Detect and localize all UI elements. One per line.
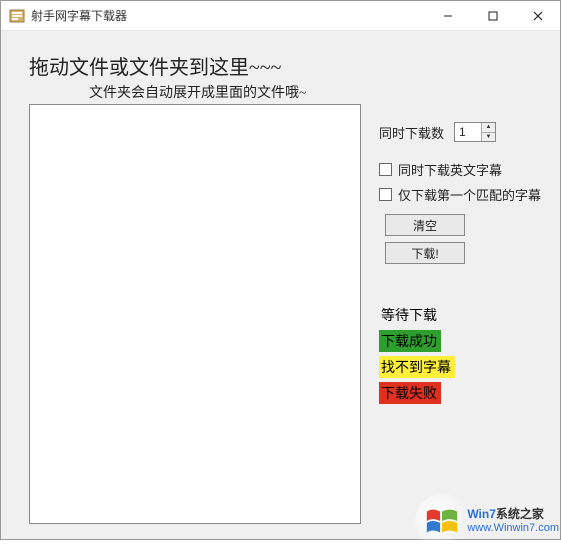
- status-legend: 等待下载 下载成功 找不到字幕 下载失败: [379, 304, 541, 408]
- download-button[interactable]: 下载!: [385, 242, 465, 264]
- spinner-down-button[interactable]: ▼: [482, 133, 495, 142]
- clear-button[interactable]: 清空: [385, 214, 465, 236]
- maximize-icon: [488, 11, 498, 21]
- close-icon: [533, 11, 543, 21]
- app-window: 射手网字幕下载器 拖动文件或文件夹到这里~~~ 文件夹会自动展开成里面的文件哦~…: [0, 0, 561, 540]
- drop-heading: 拖动文件或文件夹到这里~~~: [29, 51, 542, 80]
- watermark-brand-suffix: 系统之家: [496, 507, 544, 521]
- drop-zone[interactable]: [29, 104, 361, 524]
- concurrent-label: 同时下载数: [379, 123, 444, 142]
- watermark-logo: [415, 494, 469, 548]
- minimize-icon: [443, 11, 453, 21]
- window-title: 射手网字幕下载器: [31, 7, 425, 24]
- legend-notfound: 找不到字幕: [379, 356, 455, 378]
- watermark-url: www.Winwin7.com: [467, 522, 559, 535]
- concurrent-value[interactable]: 1: [455, 123, 481, 141]
- window-buttons: [425, 1, 560, 30]
- checkbox-firstmatch[interactable]: [379, 188, 392, 201]
- app-icon: [9, 8, 25, 24]
- client-area: 拖动文件或文件夹到这里~~~ 文件夹会自动展开成里面的文件哦~ 同时下载数 1 …: [1, 31, 560, 539]
- watermark-text: Win7系统之家 www.Winwin7.com: [467, 507, 559, 535]
- close-button[interactable]: [515, 1, 560, 31]
- spinner-up-button[interactable]: ▲: [482, 123, 495, 133]
- right-panel: 同时下载数 1 ▲ ▼ 同时下载英文字幕 仅下载第一个匹配的字幕: [379, 102, 541, 408]
- windows-flag-icon: [423, 502, 461, 540]
- minimize-button[interactable]: [425, 1, 470, 31]
- download-button-label: 下载!: [411, 245, 438, 262]
- drop-subheading: 文件夹会自动展开成里面的文件哦~: [89, 82, 542, 102]
- legend-failed: 下载失败: [379, 382, 441, 404]
- checkbox-row-english[interactable]: 同时下载英文字幕: [379, 160, 541, 179]
- watermark: Win7系统之家 www.Winwin7.com: [415, 494, 559, 548]
- checkbox-firstmatch-label: 仅下载第一个匹配的字幕: [398, 185, 541, 204]
- legend-success: 下载成功: [379, 330, 441, 352]
- checkbox-english[interactable]: [379, 163, 392, 176]
- checkbox-row-firstmatch[interactable]: 仅下载第一个匹配的字幕: [379, 185, 541, 204]
- concurrent-spinner[interactable]: 1 ▲ ▼: [454, 122, 496, 142]
- legend-waiting: 等待下载: [379, 304, 441, 326]
- clear-button-label: 清空: [413, 217, 437, 234]
- title-bar[interactable]: 射手网字幕下载器: [1, 1, 560, 31]
- checkbox-english-label: 同时下载英文字幕: [398, 160, 502, 179]
- watermark-brand: Win7: [467, 507, 496, 521]
- maximize-button[interactable]: [470, 1, 515, 31]
